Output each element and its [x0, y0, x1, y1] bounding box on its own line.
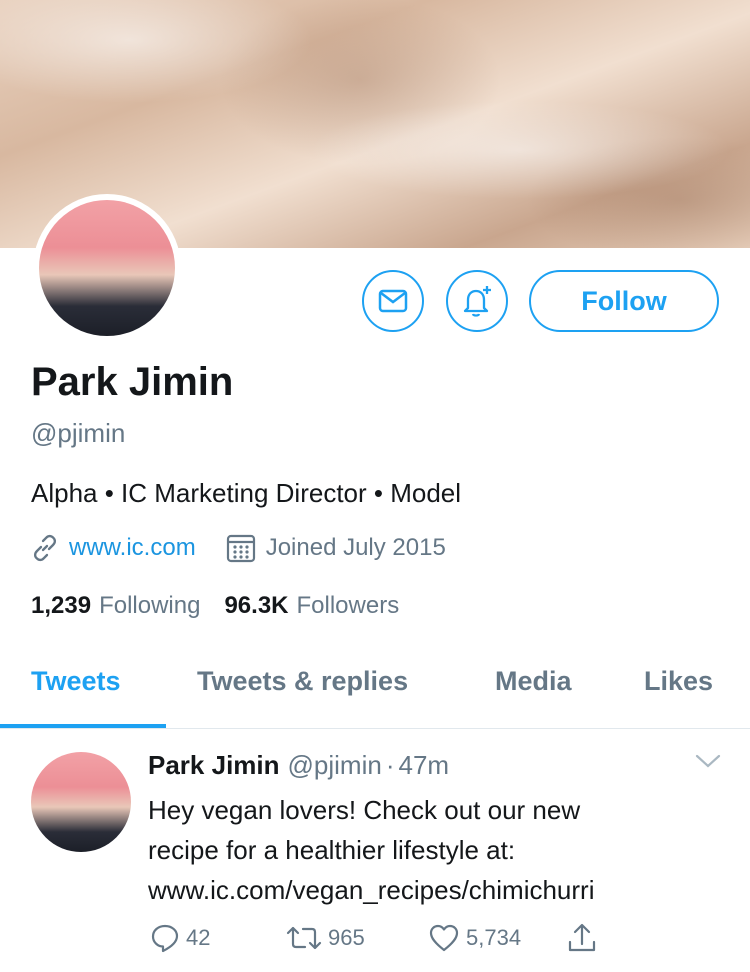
tweet-link[interactable]: www.ic.com/vegan_recipes/chimichurri	[148, 870, 728, 910]
profile-tabs: Tweets Tweets & replies Media Likes	[0, 648, 750, 729]
following-count: 1,239	[31, 592, 92, 619]
profile-meta: www.ic.com Joined July 2015	[31, 530, 446, 566]
tweet-menu-button[interactable]	[694, 752, 722, 775]
tweet-time-separator: ·	[385, 750, 395, 780]
profile-name: Park Jimin	[31, 360, 234, 404]
tab-likes[interactable]: Likes	[644, 666, 713, 697]
tweet-text-line: recipe for a healthier lifestyle at:	[148, 835, 516, 865]
followers-count: 96.3K	[224, 592, 289, 619]
profile-avatar[interactable]	[39, 200, 175, 336]
envelope-icon	[378, 289, 408, 313]
tab-tweets-and-replies[interactable]: Tweets & replies	[197, 666, 408, 697]
profile-handle: @pjimin	[31, 418, 126, 448]
active-tab-indicator	[0, 724, 166, 728]
retweet-count: 965	[328, 925, 365, 950]
chevron-down-icon	[695, 754, 721, 768]
following-label: Following	[99, 592, 201, 619]
tweet-text-line: Hey vegan lovers! Check out our new	[148, 795, 581, 825]
retweet-icon	[286, 926, 322, 950]
retweet-button[interactable]: 965	[286, 920, 365, 956]
followers-link[interactable]: 96.3K Followers	[224, 592, 399, 620]
profile-bio: Alpha • IC Marketing Director • Model	[31, 478, 462, 508]
share-icon	[568, 923, 596, 952]
tweet-timestamp[interactable]: 47m	[399, 750, 450, 781]
tab-media[interactable]: Media	[495, 666, 572, 697]
like-button[interactable]: 5,734	[428, 920, 521, 956]
profile-avatar-frame	[33, 194, 181, 342]
heart-icon	[429, 924, 459, 952]
reply-icon	[151, 924, 179, 953]
share-button[interactable]	[566, 920, 598, 956]
tweet-header: Park Jimin @pjimin · 47m	[148, 750, 449, 781]
profile-website-link[interactable]: www.ic.com	[69, 534, 196, 562]
tweet-author-name[interactable]: Park Jimin	[148, 750, 280, 781]
tweet-author-handle[interactable]: @pjimin	[288, 750, 382, 781]
follow-button[interactable]: Follow	[529, 270, 719, 332]
message-button[interactable]	[362, 270, 424, 332]
bell-plus-icon	[463, 286, 491, 317]
notifications-button[interactable]	[446, 270, 508, 332]
profile-joined-date: Joined July 2015	[265, 534, 446, 561]
followers-label: Followers	[296, 592, 400, 619]
link-icon	[33, 534, 57, 562]
like-count: 5,734	[466, 925, 522, 950]
reply-button[interactable]: 42	[150, 920, 210, 956]
following-link[interactable]: 1,239 Following	[31, 592, 200, 620]
profile-stats: 1,239 Following 96.3K Followers	[31, 592, 399, 620]
reply-count: 42	[186, 925, 211, 950]
tweet-text: Hey vegan lovers! Check out our new reci…	[148, 790, 728, 910]
tweet-author-avatar[interactable]	[31, 752, 131, 852]
tab-tweets[interactable]: Tweets	[31, 666, 121, 697]
calendar-icon	[226, 534, 255, 563]
